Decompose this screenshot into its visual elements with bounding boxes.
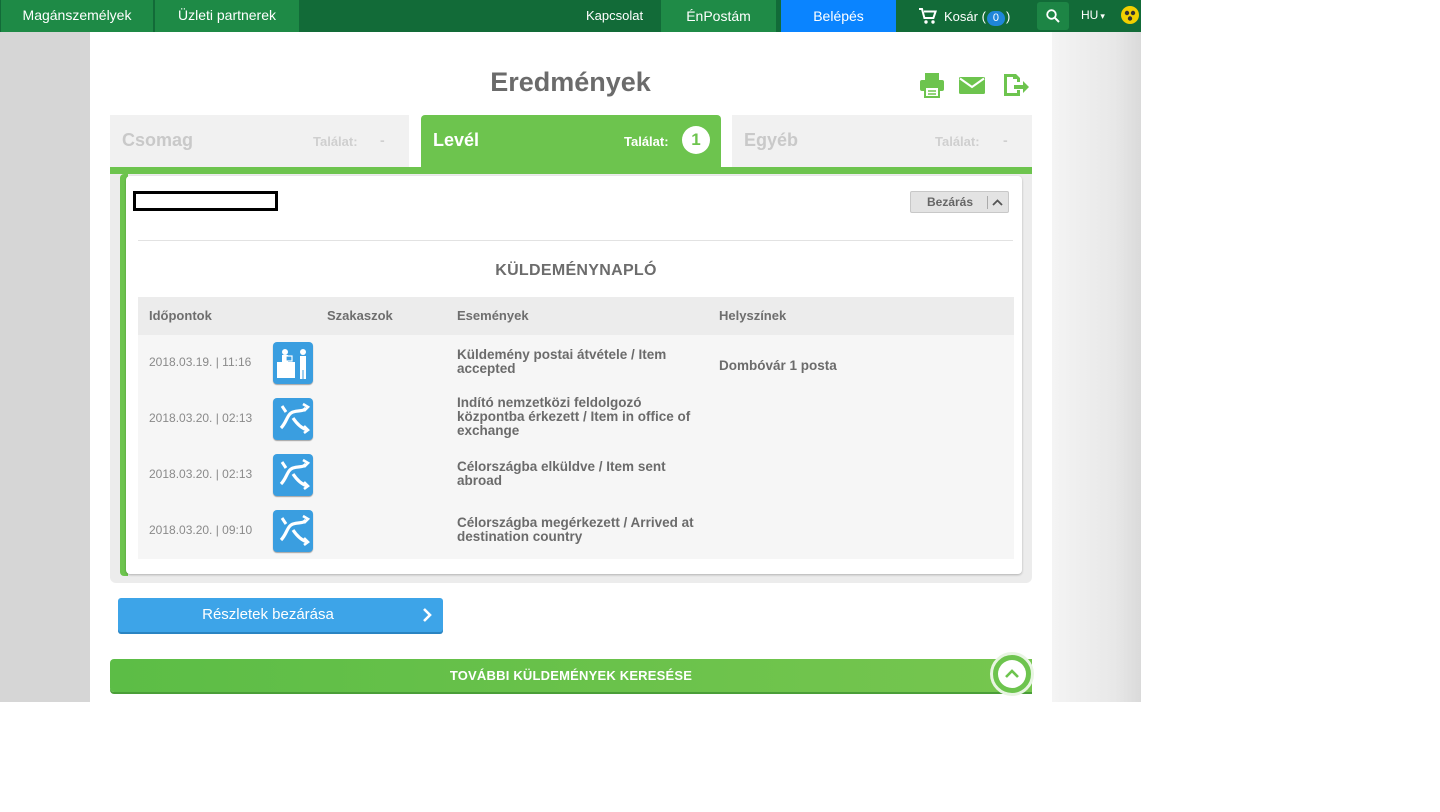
export-icon[interactable] bbox=[1001, 71, 1029, 99]
tab-package[interactable]: Csomag Találat: - bbox=[110, 115, 409, 167]
close-details-link-button[interactable]: Részletek bezárása bbox=[118, 598, 443, 632]
segment-business-partners[interactable]: Üzleti partnerek bbox=[155, 0, 299, 32]
language-label: HU bbox=[1081, 8, 1099, 22]
event-description: Indító nemzetközi feldolgozó központba é… bbox=[457, 395, 691, 438]
search-button[interactable] bbox=[1037, 2, 1069, 30]
tab-hits-label: Találat: bbox=[935, 134, 980, 149]
cart-count-badge: 0 bbox=[986, 10, 1006, 26]
routing-arrows-icon bbox=[273, 454, 313, 496]
tab-hits-badge: 1 bbox=[682, 126, 710, 154]
close-button-label: Bezárás bbox=[927, 195, 974, 209]
chevron-up-icon bbox=[992, 199, 1003, 206]
shipment-log-table: Időpontok Szakaszok Események Helyszínek… bbox=[138, 297, 1014, 559]
column-header-times: Időpontok bbox=[149, 308, 212, 323]
cart-text: Kosár ( bbox=[944, 8, 986, 24]
chevron-up-icon bbox=[1005, 669, 1019, 678]
browser-viewport: Magánszemélyek Üzleti partnerek Kapcsola… bbox=[0, 0, 1141, 702]
routing-arrows-icon bbox=[273, 510, 313, 552]
tab-title: Csomag bbox=[122, 130, 194, 150]
contact-link[interactable]: Kapcsolat bbox=[586, 0, 643, 32]
column-header-stages: Szakaszok bbox=[327, 308, 393, 323]
tracking-number-redacted bbox=[133, 191, 278, 211]
button-separator bbox=[987, 196, 988, 209]
event-description: Küldemény postai átvétele / Item accepte… bbox=[457, 347, 667, 376]
tab-title: Levél bbox=[433, 130, 480, 150]
column-header-events: Események bbox=[457, 308, 529, 323]
cart-label: Kosár (0) bbox=[944, 1, 1010, 32]
post-office-counter-icon bbox=[273, 342, 313, 384]
panel-divider bbox=[138, 240, 1013, 241]
tab-title: Egyéb bbox=[744, 130, 799, 150]
tab-letter[interactable]: Levél Találat: 1 bbox=[421, 115, 721, 167]
table-row: 2018.03.19. | 11:16 Küldemény postai átv… bbox=[138, 336, 1014, 392]
page-background-right bbox=[1052, 32, 1141, 702]
table-row: 2018.03.20. | 02:13 Indító nemzetközi fe… bbox=[138, 392, 1014, 448]
more-shipments-search-button[interactable]: TOVÁBBI KÜLDEMÉNYEK KERESÉSE bbox=[110, 659, 1032, 692]
event-time: 2018.03.20. | 02:13 bbox=[149, 467, 253, 481]
tab-hits-label: Találat: bbox=[313, 134, 358, 149]
table-row: 2018.03.20. | 09:10 Célországba megérkez… bbox=[138, 504, 1014, 560]
shipment-log-title: KÜLDEMÉNYNAPLÓ bbox=[495, 262, 657, 279]
top-navigation-bar: Magánszemélyek Üzleti partnerek Kapcsola… bbox=[0, 0, 1141, 32]
event-location: Dombóvár 1 posta bbox=[719, 358, 837, 373]
more-shipments-label: TOVÁBBI KÜLDEMÉNYEK KERESÉSE bbox=[449, 668, 693, 683]
close-details-button[interactable]: Bezárás bbox=[910, 191, 1009, 213]
page-background-left bbox=[0, 32, 90, 702]
print-icon[interactable] bbox=[918, 71, 946, 99]
event-time: 2018.03.19. | 11:16 bbox=[149, 355, 252, 369]
tabs-underline bbox=[110, 167, 1032, 174]
cart-link[interactable]: Kosár (0) bbox=[918, 0, 1010, 32]
chevron-right-icon bbox=[423, 608, 432, 622]
event-description: Célországba elküldve / Item sent abroad bbox=[457, 459, 666, 488]
tab-hits-label: Találat: bbox=[624, 134, 669, 149]
segment-private-persons[interactable]: Magánszemélyek bbox=[1, 0, 153, 32]
cart-icon bbox=[919, 8, 937, 24]
enpostam-button[interactable]: ÉnPostám bbox=[661, 0, 776, 32]
search-icon bbox=[1046, 9, 1060, 23]
scroll-to-top-inner bbox=[998, 660, 1026, 688]
table-header: Időpontok Szakaszok Események Helyszínek bbox=[138, 297, 1014, 335]
event-time: 2018.03.20. | 09:10 bbox=[149, 523, 253, 537]
cart-text-end: ) bbox=[1006, 8, 1011, 24]
chevron-down-icon: ▾ bbox=[1100, 11, 1105, 21]
table-row: 2018.03.20. | 02:13 Célországba elküldve… bbox=[138, 448, 1014, 504]
login-button[interactable]: Belépés bbox=[781, 0, 896, 32]
accessibility-glyph bbox=[1124, 10, 1136, 21]
email-icon[interactable] bbox=[958, 71, 986, 99]
close-details-label: Részletek bezárása bbox=[202, 606, 334, 623]
tab-other[interactable]: Egyéb Találat: - bbox=[732, 115, 1032, 167]
tab-hits-value: - bbox=[380, 132, 385, 148]
event-time: 2018.03.20. | 02:13 bbox=[149, 411, 253, 425]
language-selector[interactable]: HU ▾ bbox=[1081, 0, 1105, 32]
accessibility-icon[interactable] bbox=[1121, 6, 1139, 24]
tab-hits-value: - bbox=[1003, 132, 1008, 148]
column-header-locations: Helyszínek bbox=[719, 308, 787, 323]
routing-arrows-icon bbox=[273, 398, 313, 440]
event-description: Célországba megérkezett / Arrived at des… bbox=[457, 515, 694, 544]
scroll-to-top-button[interactable] bbox=[990, 652, 1034, 696]
